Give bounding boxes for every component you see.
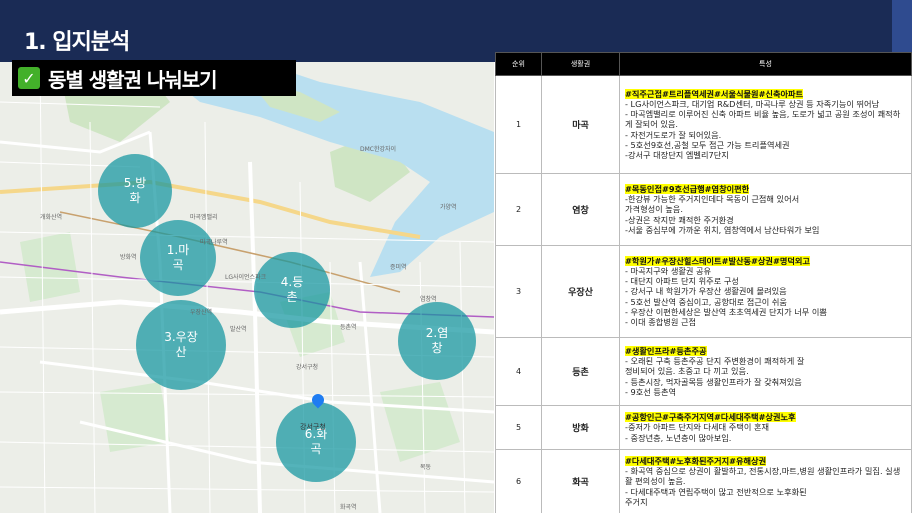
row-description: #생활인프라#등촌주공 - 오래된 구축 등촌주공 단지 주변환경이 쾌적하게 … bbox=[619, 337, 912, 406]
table-row: 2 염창 #목동인접#9호선급행#염창이편한 -한강뷰 가능한 주거지인데다 목… bbox=[495, 173, 912, 246]
map-place-label: 화곡역 bbox=[340, 504, 357, 511]
map-place-label: LG사이언스파크 bbox=[225, 274, 267, 281]
page-title: 1. 입지분석 bbox=[24, 30, 130, 55]
zone-deungchon: 4.등 촌 bbox=[254, 252, 330, 328]
row-rank: 4 bbox=[495, 337, 542, 406]
table-row: 4 등촌 #생활인프라#등촌주공 - 오래된 구축 등촌주공 단지 주변환경이 … bbox=[495, 337, 912, 406]
map-place-label: 마곡나루역 bbox=[200, 239, 228, 246]
row-area: 방화 bbox=[541, 405, 620, 450]
row-tags: #다세대주택#노후화된주거지#유해상권 bbox=[625, 455, 767, 466]
check-icon: ✓ bbox=[18, 67, 40, 89]
zone-banghwa: 5.방 화 bbox=[98, 154, 172, 228]
map: 5.방화 1.마곡 4.등촌 3.우장산 2.염창 6.화곡 강서구청 강서IC… bbox=[0, 62, 494, 513]
zone-yeomchang: 2.염 창 bbox=[398, 302, 476, 380]
row-area: 등촌 bbox=[541, 337, 620, 406]
row-rank: 5 bbox=[495, 405, 542, 450]
row-area: 우장산 bbox=[541, 245, 620, 338]
table-row: 6 화곡 #다세대주택#노후화된주거지#유해상권 - 화곡역 중심으로 상권이 … bbox=[495, 449, 912, 513]
map-background bbox=[0, 62, 494, 513]
map-place-label: 개화산역 bbox=[40, 214, 63, 221]
row-tags: #목동인접#9호선급행#염창이편한 bbox=[625, 183, 750, 194]
row-rank: 6 bbox=[495, 449, 542, 513]
map-place-label: 방화역 bbox=[120, 254, 137, 261]
table-row: 3 우장산 #학원가#우장산힐스테이트#발산동#상권#명덕외고 - 마곡지구와 … bbox=[495, 245, 912, 338]
row-rank: 3 bbox=[495, 245, 542, 338]
map-place-label: 강서구청 bbox=[296, 364, 319, 371]
map-place-label: 발산역 bbox=[230, 326, 247, 333]
map-place-label: 염창역 bbox=[420, 296, 437, 303]
map-place-label: 등촌역 bbox=[340, 324, 357, 331]
map-place-label: DMC한강자이 bbox=[360, 146, 397, 153]
row-tags: #학원가#우장산힐스테이트#발산동#상권#명덕외고 bbox=[625, 255, 810, 266]
header-rank: 순위 bbox=[495, 52, 542, 76]
characteristics-table: 순위 생활권 특성 1 마곡 #직주근접#트리플역세권#서울식물원#신축아파트 … bbox=[495, 52, 912, 513]
row-description: #직주근접#트리플역세권#서울식물원#신축아파트 - LG사이언스파크, 대기업… bbox=[619, 75, 912, 174]
subtitle-box: ✓ 동별 생활권 나눠보기 bbox=[12, 60, 296, 96]
header-characteristics: 특성 bbox=[619, 52, 912, 76]
table-row: 1 마곡 #직주근접#트리플역세권#서울식물원#신축아파트 - LG사이언스파크… bbox=[495, 75, 912, 174]
row-tags: #공항인근#구축주거지역#다세대주택#상권노후 bbox=[625, 412, 796, 423]
map-place-label: 우장산역 bbox=[190, 309, 213, 316]
row-rank: 1 bbox=[495, 75, 542, 174]
zone-ujangsan: 3.우장 산 bbox=[136, 300, 226, 390]
zone-magok: 1.마 곡 bbox=[140, 220, 216, 296]
header-area: 생활권 bbox=[541, 52, 620, 76]
map-place-label: 마곡엠밸리 bbox=[190, 214, 218, 221]
row-tags: #생활인프라#등촌주공 bbox=[625, 345, 707, 356]
zone-hwagok: 6.화 곡 bbox=[276, 402, 356, 482]
row-description: #공항인근#구축주거지역#다세대주택#상권노후 -중저가 아파트 단지와 다세대… bbox=[619, 405, 912, 450]
row-area: 화곡 bbox=[541, 449, 620, 513]
row-rank: 2 bbox=[495, 173, 542, 246]
subtitle-text: 동별 생활권 나눠보기 bbox=[48, 67, 218, 92]
map-place-label: 증미역 bbox=[390, 264, 407, 271]
map-place-label: 목동 bbox=[420, 464, 432, 471]
row-description: #목동인접#9호선급행#염창이편한 -한강뷰 가능한 주거지인데다 목동이 근접… bbox=[619, 173, 912, 246]
row-description: #다세대주택#노후화된주거지#유해상권 - 화곡역 중심으로 상권이 활발하고,… bbox=[619, 449, 912, 513]
row-description: #학원가#우장산힐스테이트#발산동#상권#명덕외고 - 마곡지구와 생활권 공유… bbox=[619, 245, 912, 338]
pin-label: 강서구청 bbox=[300, 423, 326, 431]
row-tags: #직주근접#트리플역세권#서울식물원#신축아파트 bbox=[625, 88, 804, 99]
row-area: 마곡 bbox=[541, 75, 620, 174]
map-place-label: 가양역 bbox=[440, 204, 457, 211]
row-area: 염창 bbox=[541, 173, 620, 246]
table-header-row: 순위 생활권 특성 bbox=[495, 52, 912, 76]
table-row: 5 방화 #공항인근#구축주거지역#다세대주택#상권노후 -중저가 아파트 단지… bbox=[495, 405, 912, 450]
